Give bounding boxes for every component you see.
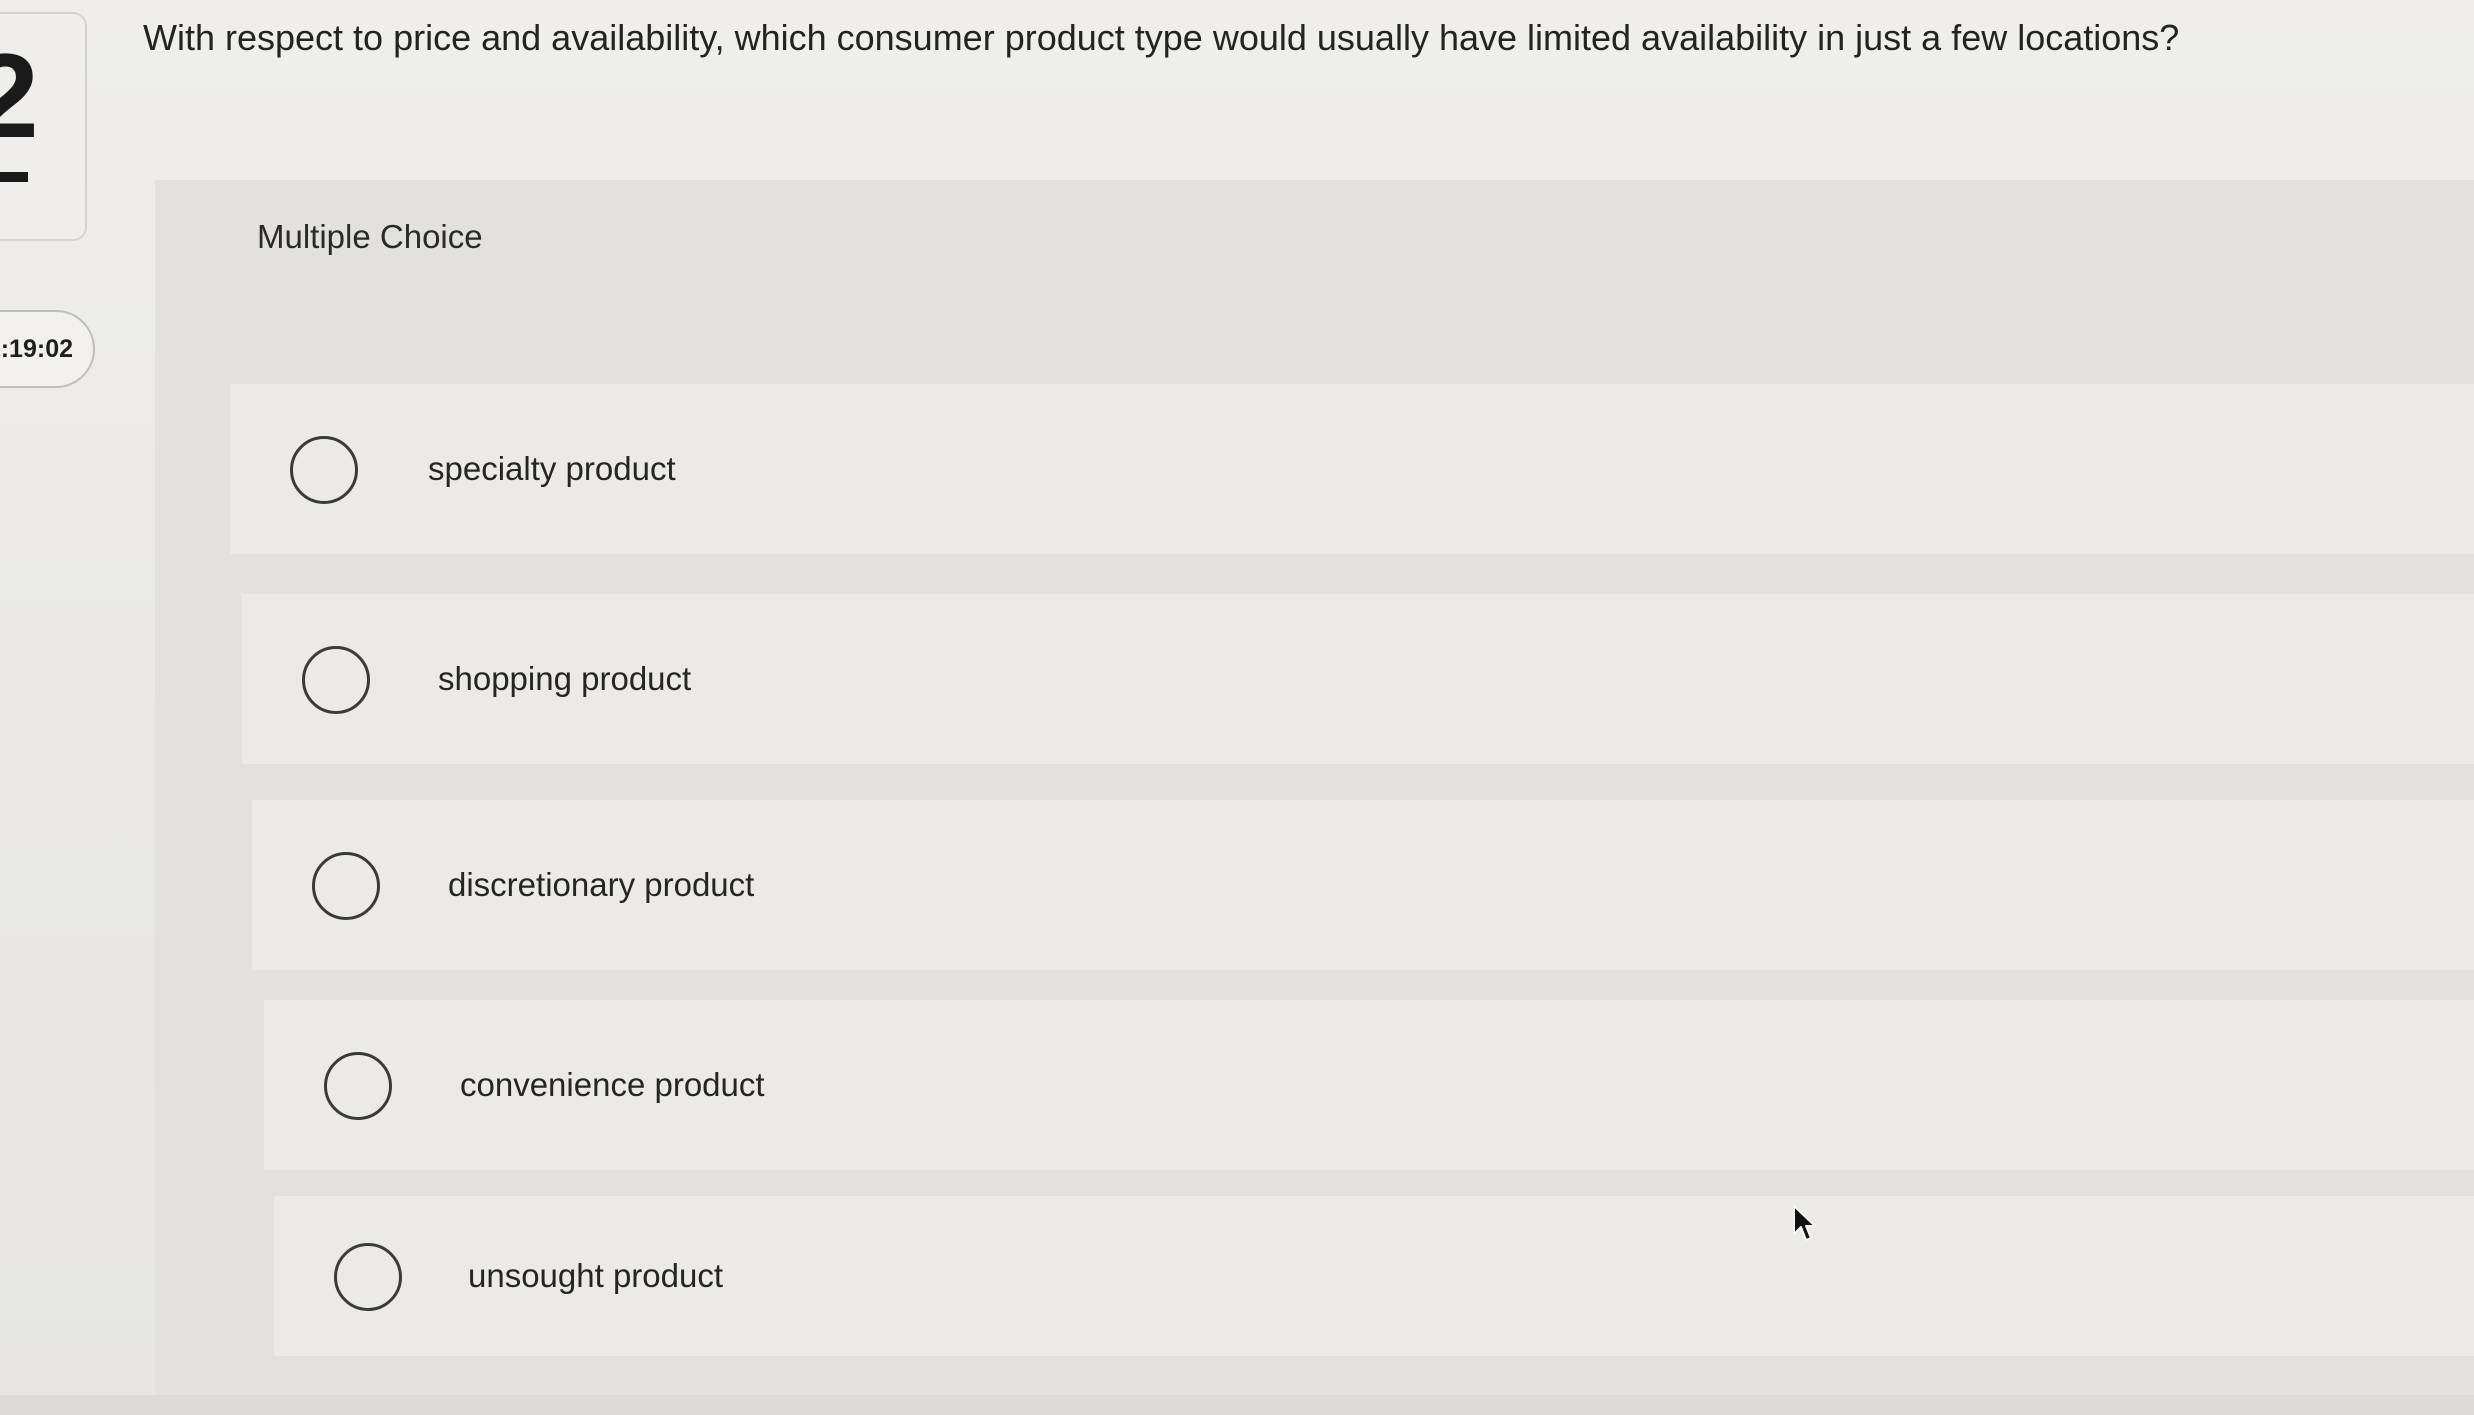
option-label: unsought product <box>468 1257 724 1294</box>
option-specialty-product[interactable]: specialty product <box>230 384 2474 554</box>
question-number: 2 <box>0 29 39 163</box>
bottom-edge <box>0 1395 2474 1415</box>
option-label: shopping product <box>438 660 692 697</box>
mouse-pointer-icon <box>1793 1205 1816 1241</box>
choice-panel-heading: Multiple Choice <box>257 218 483 255</box>
radio-unchecked-icon[interactable] <box>302 646 370 714</box>
radio-unchecked-icon[interactable] <box>290 436 358 504</box>
option-label: discretionary product <box>448 866 755 903</box>
radio-unchecked-icon[interactable] <box>324 1052 392 1120</box>
option-convenience-product[interactable]: convenience product <box>264 1000 2474 1170</box>
timer-pill[interactable]: 1:19:02 <box>0 310 95 388</box>
option-unsought-product[interactable]: unsought product <box>274 1196 2474 1356</box>
option-shopping-product[interactable]: shopping product <box>242 594 2474 764</box>
option-label: specialty product <box>428 450 676 487</box>
option-discretionary-product[interactable]: discretionary product <box>252 800 2474 970</box>
question-number-underline <box>0 172 28 182</box>
radio-unchecked-icon[interactable] <box>334 1243 402 1311</box>
radio-unchecked-icon[interactable] <box>312 852 380 920</box>
question-prompt: With respect to price and availability, … <box>143 17 2180 58</box>
option-label: convenience product <box>460 1066 765 1103</box>
timer-text: 1:19:02 <box>0 334 73 363</box>
